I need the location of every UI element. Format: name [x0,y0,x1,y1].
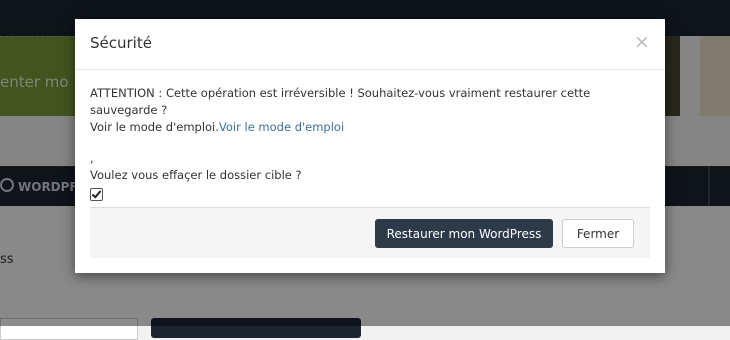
comma-text: , [90,151,94,165]
modal-body: ATTENTION : Cette opération est irrévers… [90,85,650,201]
modal-header: Sécurité × [75,19,665,70]
close-button[interactable]: Fermer [562,219,634,248]
close-icon[interactable]: × [633,33,651,52]
security-dialog: Sécurité × ATTENTION : Cette opération e… [75,19,665,273]
manual-link[interactable]: Voir le mode d'emploi [219,120,344,134]
restore-wordpress-button[interactable]: Restaurer mon WordPress [375,219,553,248]
warning-text: ATTENTION : Cette opération est irrévers… [90,86,591,117]
delete-folder-question: Voulez vous effaçer le dossier cible ? [90,168,302,182]
manual-line: Voir le mode d'emploi.Voir le mode d'emp… [90,119,650,136]
modal-title: Sécurité [90,34,152,52]
modal-footer: Restaurer mon WordPress Fermer [90,207,650,258]
manual-prefix: Voir le mode d'emploi. [90,120,219,134]
delete-folder-checkbox[interactable] [90,188,103,201]
